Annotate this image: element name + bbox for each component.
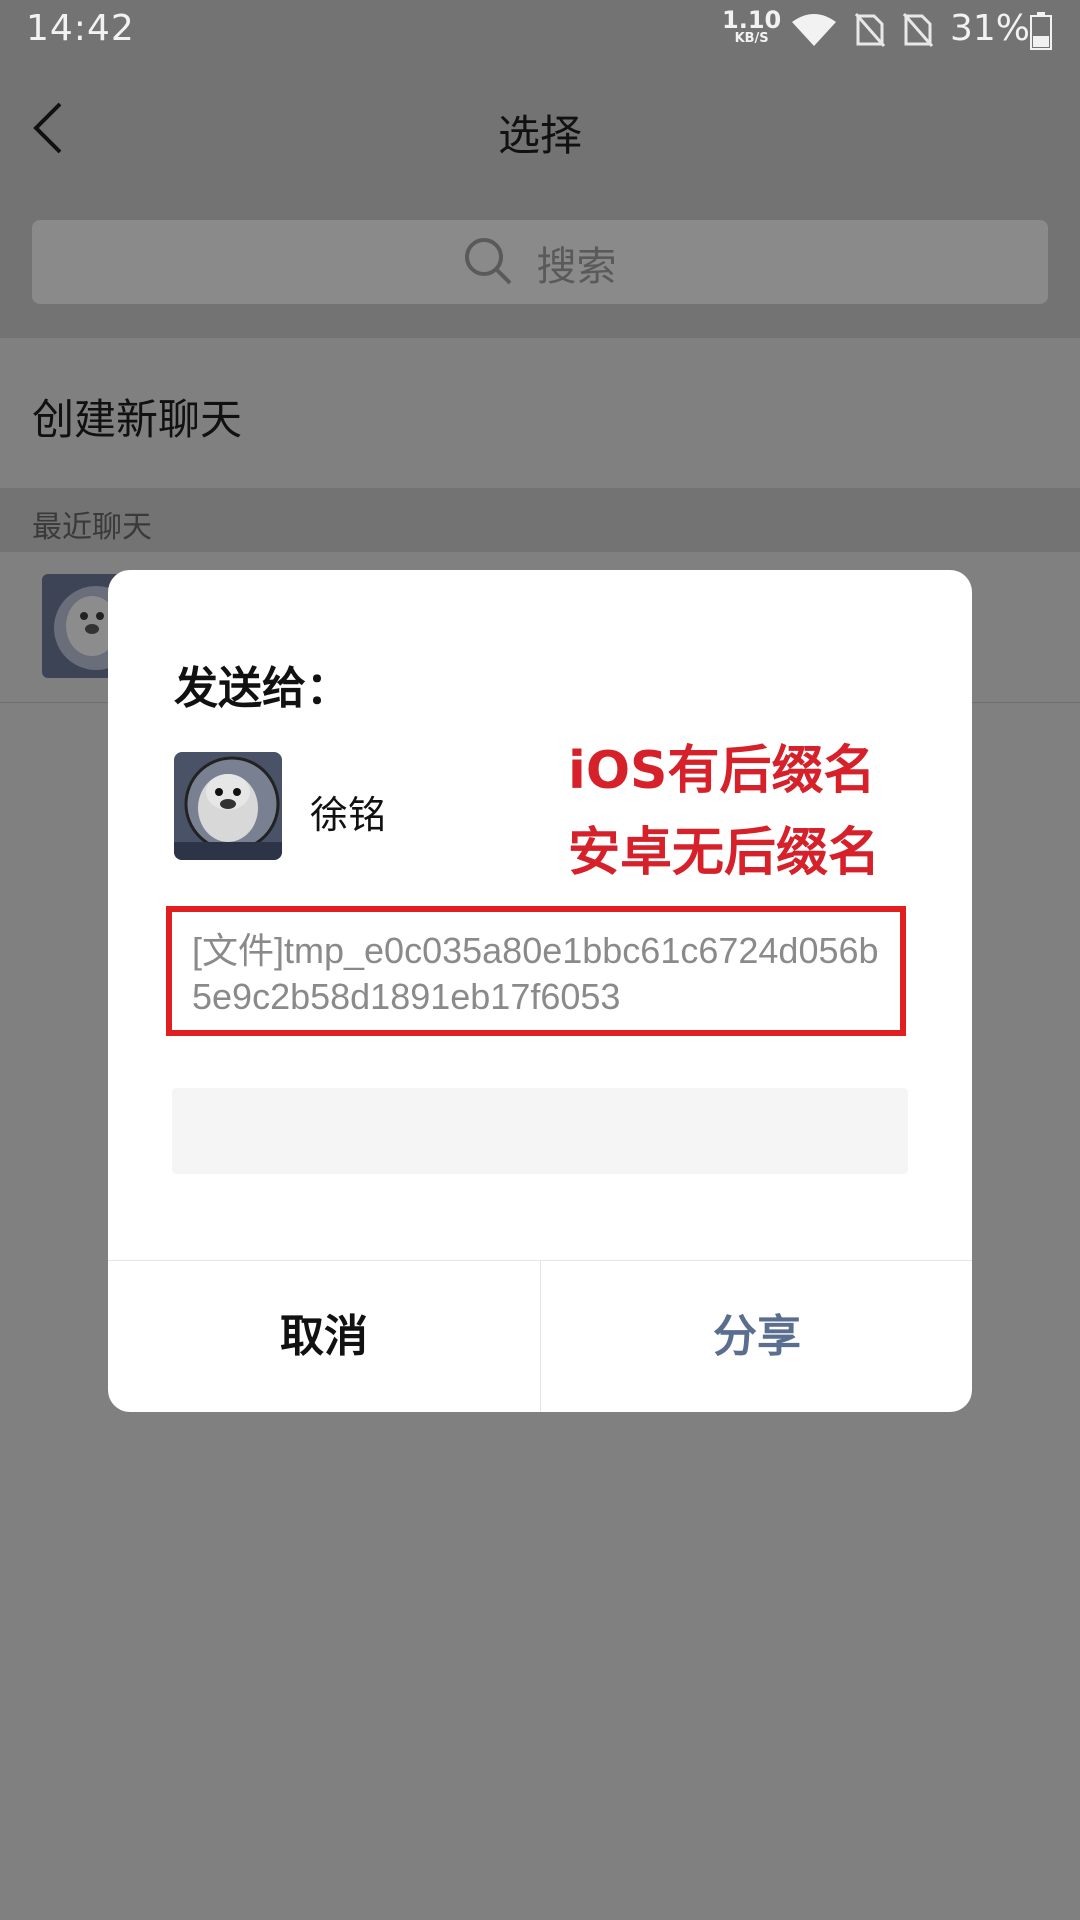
avatar <box>174 752 282 860</box>
recipient-name: 徐铭 <box>310 793 387 837</box>
create-new-chat-row[interactable]: 创建新聊天 <box>0 338 1080 488</box>
message-input[interactable] <box>172 1088 908 1174</box>
annotation-text: iOS有后缀名 安卓无后缀名 <box>568 730 880 894</box>
battery-icon <box>1030 12 1052 54</box>
search-input[interactable]: 搜索 <box>32 220 1048 304</box>
no-sim-icon <box>902 12 934 52</box>
net-speed-value: 1.10 <box>722 6 782 34</box>
share-dialog: 发送给： 徐铭 iOS有后缀名 安卓无后缀名 [文件]tmp_e0c035a80… <box>108 570 972 1412</box>
share-button[interactable]: 分享 <box>540 1261 972 1412</box>
dialog-title: 发送给： <box>174 663 350 714</box>
battery-percent: 31% <box>950 8 1031 49</box>
search-placeholder: 搜索 <box>536 244 617 290</box>
cancel-button[interactable]: 取消 <box>108 1261 540 1412</box>
annotation-line: iOS有后缀名 <box>568 741 876 801</box>
file-highlight-box: [文件]tmp_e0c035a80e1bbc61c6724d056b5e9c2b… <box>166 906 906 1036</box>
recent-chats-label: 最近聊天 <box>32 510 152 545</box>
file-name: [文件]tmp_e0c035a80e1bbc61c6724d056b5e9c2b… <box>192 930 879 1017</box>
status-time: 14:42 <box>26 8 135 49</box>
page-title: 选择 <box>497 111 582 160</box>
wifi-icon <box>790 12 838 52</box>
dialog-button-row: 取消 分享 <box>108 1260 972 1412</box>
nav-bar: 选择 <box>0 62 1080 192</box>
recent-chats-header: 最近聊天 <box>0 488 1080 552</box>
net-speed: 1.10 KB/S <box>722 8 781 45</box>
create-new-chat-label: 创建新聊天 <box>32 395 243 444</box>
no-sim-icon <box>854 12 886 52</box>
status-bar: 14:42 1.10 KB/S 31% <box>0 0 1080 62</box>
annotation-line: 安卓无后缀名 <box>568 823 881 883</box>
search-icon <box>463 236 513 290</box>
